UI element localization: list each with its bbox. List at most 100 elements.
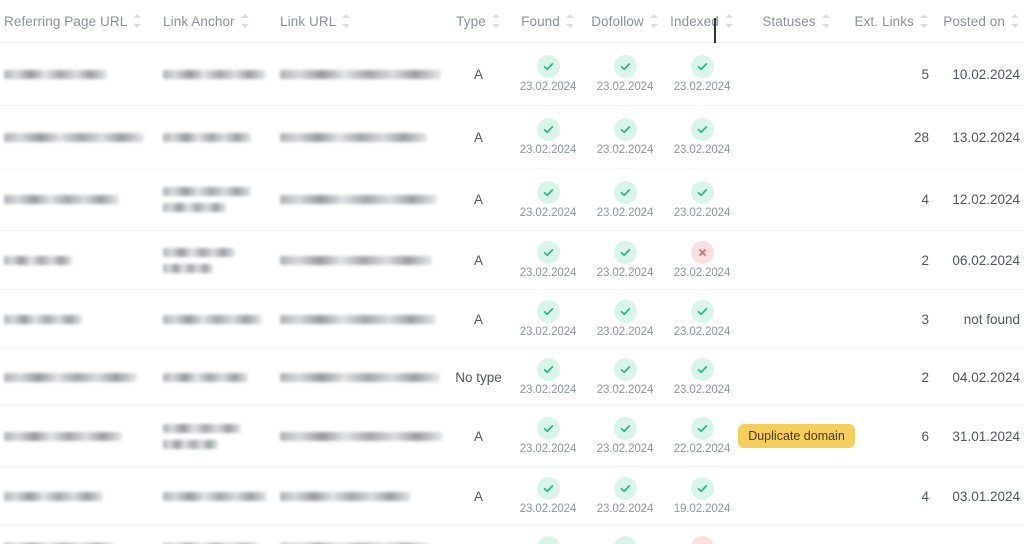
cell-link-url[interactable] xyxy=(280,349,447,405)
ext-links-value: 6 xyxy=(921,428,929,444)
cell-link-url[interactable] xyxy=(280,169,447,230)
table-row[interactable]: A 23.02.2024 23.02.2024 23.02.2024 3 not foun… xyxy=(0,290,1024,349)
indexed-date: 23.02.2024 xyxy=(673,206,731,219)
table-row[interactable]: No type 23.02.2024 23.02.2024 23.02.2024 2 04… xyxy=(0,349,1024,406)
cell-type: A xyxy=(447,43,510,105)
found-date: 23.02.2024 xyxy=(519,144,577,156)
cell-link-url[interactable] xyxy=(280,406,447,466)
sort-arrows-icon[interactable] xyxy=(1011,13,1020,29)
cell-referring-page-url[interactable] xyxy=(0,467,163,525)
redacted-text xyxy=(4,372,163,382)
sort-arrows-icon[interactable] xyxy=(821,13,831,29)
check-circle-icon xyxy=(690,55,714,78)
table-row[interactable]: A 23.02.2024 23.02.2024 22.02.2024 Duplicate… xyxy=(0,406,1024,467)
cell-link-url[interactable] xyxy=(280,43,447,105)
column-header-label: Ext. Links xyxy=(854,13,914,29)
column-header-ext-links[interactable]: Ext. Links xyxy=(853,13,935,29)
cell-referring-page-url[interactable] xyxy=(0,169,163,230)
indexed-date: 23.02.2024 xyxy=(673,326,731,338)
column-header-label: Referring Page URL xyxy=(4,13,128,29)
column-header-dofollow[interactable]: Dofollow xyxy=(586,13,664,29)
cell-link-url[interactable] xyxy=(280,106,447,168)
ext-links-value: 3 xyxy=(921,311,929,327)
cell-link-url[interactable] xyxy=(280,467,447,525)
cell-link-url[interactable] xyxy=(280,526,447,544)
sort-arrows-icon[interactable] xyxy=(133,13,142,29)
cell-statuses: Duplicate domain xyxy=(738,406,855,466)
check-circle-icon xyxy=(536,477,560,500)
status-badge[interactable]: Duplicate domain xyxy=(738,423,855,449)
column-header-posted-on[interactable]: Posted on xyxy=(935,13,1024,29)
cell-link-anchor[interactable] xyxy=(163,231,280,289)
redacted-text xyxy=(280,491,447,501)
redacted-line xyxy=(163,423,241,433)
cell-referring-page-url[interactable] xyxy=(0,526,163,544)
found-status: 23.02.2024 xyxy=(510,477,586,515)
sort-arrows-icon[interactable] xyxy=(724,13,734,29)
cell-ext-links: 2 xyxy=(853,231,935,289)
cell-referring-page-url[interactable] xyxy=(0,106,163,168)
check-circle-icon xyxy=(690,358,714,381)
check-circle-icon xyxy=(690,417,714,440)
dofollow-status: 23.02.2024 xyxy=(586,417,664,455)
cell-link-anchor[interactable] xyxy=(163,43,280,105)
column-header-referring-page-url[interactable]: Referring Page URL xyxy=(0,13,163,29)
redacted-text xyxy=(280,69,447,79)
indexed-status: 23.02.2024 xyxy=(664,300,740,338)
cell-link-anchor[interactable] xyxy=(163,467,280,525)
table-row[interactable] xyxy=(0,526,1024,544)
check-circle-icon xyxy=(613,417,637,440)
sort-arrows-icon[interactable] xyxy=(649,13,659,29)
table-body: A 23.02.2024 23.02.2024 23.02.2024 5 10.02.20… xyxy=(0,43,1024,544)
redacted-line xyxy=(4,69,107,79)
cell-referring-page-url[interactable] xyxy=(0,290,163,348)
sort-arrows-icon[interactable] xyxy=(491,13,501,29)
cell-link-anchor[interactable] xyxy=(163,406,280,466)
table-row[interactable]: A 23.02.2024 23.02.2024 23.02.2024 28 13.02.2… xyxy=(0,106,1024,169)
dofollow-date: 23.02.2024 xyxy=(596,443,654,455)
cell-link-anchor[interactable] xyxy=(163,169,280,230)
cell-statuses xyxy=(740,106,853,168)
ext-links-value: 4 xyxy=(921,192,929,207)
column-header-indexed[interactable]: Indexed xyxy=(664,13,740,29)
cell-link-url[interactable] xyxy=(280,290,447,348)
table-row[interactable]: A 23.02.2024 23.02.2024 23.02.2024 2 06.02.20… xyxy=(0,231,1024,290)
cell-link-anchor[interactable] xyxy=(163,290,280,348)
cell-link-url[interactable] xyxy=(280,231,447,289)
found-date: 23.02.2024 xyxy=(519,81,577,93)
redacted-text xyxy=(4,491,163,501)
table-row[interactable]: A 23.02.2024 23.02.2024 23.02.2024 4 12.02.20… xyxy=(0,169,1024,231)
check-circle-icon xyxy=(536,55,560,78)
redacted-text xyxy=(163,69,280,79)
link-type-value: A xyxy=(473,192,483,207)
indexed-status xyxy=(664,536,740,544)
x-circle-icon xyxy=(690,536,714,544)
column-header-link-anchor[interactable]: Link Anchor xyxy=(163,13,280,29)
cell-indexed: 23.02.2024 xyxy=(664,43,740,105)
cell-referring-page-url[interactable] xyxy=(0,349,163,405)
column-header-link-url[interactable]: Link URL xyxy=(280,13,447,29)
cell-referring-page-url[interactable] xyxy=(0,231,163,289)
table-row[interactable]: A 23.02.2024 23.02.2024 23.02.2024 5 10.02.20… xyxy=(0,43,1024,106)
redacted-line xyxy=(280,132,427,142)
dofollow-date: 23.02.2024 xyxy=(596,206,654,219)
cell-referring-page-url[interactable] xyxy=(0,406,163,466)
indexed-status: 23.02.2024 xyxy=(664,55,740,93)
cell-ext-links: 4 xyxy=(853,169,935,230)
sort-arrows-icon[interactable] xyxy=(565,13,575,29)
column-header-type[interactable]: Type xyxy=(447,13,510,29)
column-header-found[interactable]: Found xyxy=(510,13,586,29)
cell-link-anchor[interactable] xyxy=(163,526,280,544)
cell-indexed: 23.02.2024 xyxy=(664,290,740,348)
cell-referring-page-url[interactable] xyxy=(0,43,163,105)
redacted-text xyxy=(4,195,163,204)
cell-type: A xyxy=(447,106,510,168)
table-row[interactable]: A 23.02.2024 23.02.2024 19.02.2024 4 03.01.20… xyxy=(0,467,1024,526)
cell-dofollow: 23.02.2024 xyxy=(586,349,664,405)
sort-arrows-icon[interactable] xyxy=(342,13,351,29)
sort-arrows-icon[interactable] xyxy=(920,13,929,29)
sort-arrows-icon[interactable] xyxy=(240,13,250,29)
cell-link-anchor[interactable] xyxy=(163,106,280,168)
cell-link-anchor[interactable] xyxy=(163,349,280,405)
column-header-statuses[interactable]: Statuses xyxy=(740,13,853,29)
